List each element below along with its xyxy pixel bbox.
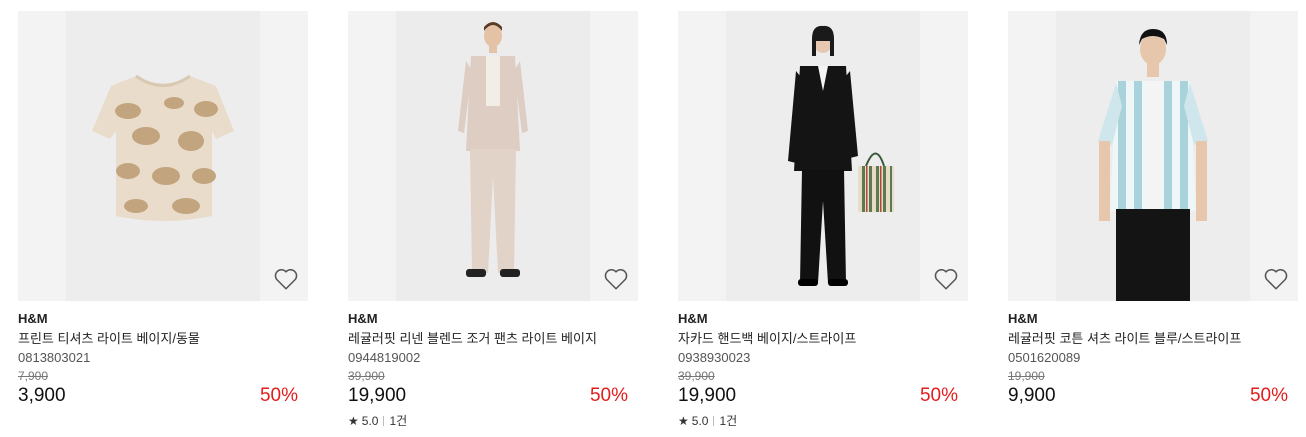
discount-badge: 50% [1249, 385, 1288, 406]
rating-value: 5.0 [691, 414, 709, 428]
product-card[interactable]: H&M 프린트 티셔츠 라이트 베이지/동물 0813803021 7,900 … [18, 11, 308, 408]
original-price: 39,900 [348, 369, 385, 383]
rating-row: ★ 5.0 1건 [348, 413, 638, 429]
heart-outline-icon[interactable] [603, 266, 629, 292]
price-row: 3,900 50% [18, 384, 308, 408]
sale-price: 19,900 [678, 385, 737, 406]
model-striped-shirt-image [1056, 11, 1250, 301]
product-image[interactable] [348, 11, 638, 301]
heart-outline-icon[interactable] [273, 266, 299, 292]
product-name[interactable]: 레귤러핏 리넨 블렌드 조거 팬츠 라이트 베이지 [348, 330, 638, 348]
product-name[interactable]: 프린트 티셔츠 라이트 베이지/동물 [18, 330, 308, 348]
original-price: 39,900 [678, 369, 715, 383]
sale-price: 19,900 [348, 385, 407, 406]
model-handbag-image [726, 11, 920, 301]
product-grid: H&M 프린트 티셔츠 라이트 베이지/동물 0813803021 7,900 … [0, 0, 1306, 437]
product-image[interactable] [1008, 11, 1298, 301]
divider [713, 416, 715, 426]
product-name[interactable]: 레귤러핏 코튼 셔츠 라이트 블루/스트라이프 [1008, 330, 1298, 348]
price-row: 19,900 50% [348, 384, 638, 408]
product-code: 0501620089 [1008, 350, 1081, 365]
star-icon: ★ [348, 414, 359, 428]
product-code: 0938930023 [678, 350, 751, 365]
tshirt-image [66, 11, 260, 301]
product-brand: H&M [1008, 311, 1038, 326]
product-code: 0813803021 [18, 350, 91, 365]
heart-outline-icon[interactable] [933, 266, 959, 292]
product-image[interactable] [18, 11, 308, 301]
product-card[interactable]: H&M 레귤러핏 코튼 셔츠 라이트 블루/스트라이프 0501620089 1… [1008, 11, 1298, 408]
divider [383, 416, 385, 426]
product-brand: H&M [678, 311, 708, 326]
product-brand: H&M [18, 311, 48, 326]
original-price: 7,900 [18, 369, 49, 383]
product-card[interactable]: H&M 자카드 핸드백 베이지/스트라이프 0938930023 39,900 … [678, 11, 968, 429]
rating-row: ★ 5.0 1건 [678, 413, 968, 429]
product-code: 0944819002 [348, 350, 421, 365]
original-price: 19,900 [1008, 369, 1045, 383]
rating-value: 5.0 [361, 414, 379, 428]
price-row: 9,900 50% [1008, 384, 1298, 408]
heart-outline-icon[interactable] [1263, 266, 1289, 292]
product-card[interactable]: H&M 레귤러핏 리넨 블렌드 조거 팬츠 라이트 베이지 0944819002… [348, 11, 638, 429]
sale-price: 3,900 [18, 385, 66, 406]
sale-price: 9,900 [1008, 385, 1056, 406]
review-count[interactable]: 1건 [389, 413, 407, 429]
product-brand: H&M [348, 311, 378, 326]
review-count[interactable]: 1건 [719, 413, 737, 429]
star-icon: ★ [678, 414, 689, 428]
price-row: 19,900 50% [678, 384, 968, 408]
model-linen-image [396, 11, 590, 301]
product-image[interactable] [678, 11, 968, 301]
discount-badge: 50% [919, 385, 958, 406]
discount-badge: 50% [589, 385, 628, 406]
product-name[interactable]: 자카드 핸드백 베이지/스트라이프 [678, 330, 968, 348]
discount-badge: 50% [259, 385, 298, 406]
